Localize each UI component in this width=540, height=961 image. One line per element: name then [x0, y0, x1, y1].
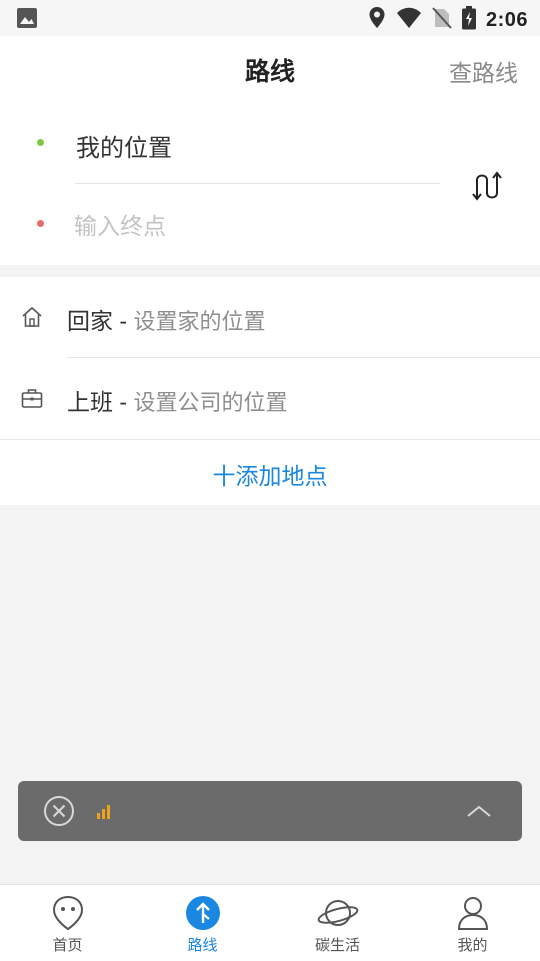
work-place-row[interactable]: 上班 - 设置公司的位置 — [0, 358, 540, 438]
home-label: 回家 — [67, 308, 113, 334]
home-place-row[interactable]: 回家 - 设置家的位置 — [0, 277, 540, 358]
chevron-up-icon[interactable] — [466, 803, 492, 824]
home-place-label: 回家 - 设置家的位置 — [67, 302, 265, 336]
swap-route-icon[interactable] — [468, 164, 512, 208]
home-hint: 设置家的位置 — [133, 309, 266, 334]
no-sim-icon — [432, 6, 452, 35]
start-location-field[interactable]: 我的位置 — [76, 128, 172, 163]
home-face-icon — [51, 895, 85, 936]
home-separator: - — [113, 308, 134, 334]
end-dot — [37, 220, 44, 227]
home-icon — [20, 305, 44, 334]
clock: 2:06 — [485, 9, 528, 31]
tab-home-label: 首页 — [52, 937, 83, 954]
destination-input[interactable] — [74, 206, 434, 246]
wifi-icon — [396, 7, 422, 34]
status-bar: 2:06 — [0, 0, 540, 36]
divider — [0, 439, 540, 440]
tab-me[interactable]: 我的 — [405, 885, 540, 961]
route-icon — [185, 895, 221, 936]
route-input-card: 我的位置 — [0, 106, 540, 265]
planet-icon — [316, 895, 360, 936]
floating-player-bar — [18, 781, 522, 841]
bottom-tab-bar: 首页 路线 碳生活 我的 — [0, 884, 540, 961]
battery-charging-icon — [461, 6, 476, 35]
header: 路线 查路线 — [0, 36, 540, 106]
saved-places: 回家 - 设置家的位置 上班 - 设置公司的位置 十添加地点 — [0, 277, 540, 505]
work-place-label: 上班 - 设置公司的位置 — [67, 383, 287, 417]
signal-bars-icon — [96, 803, 112, 824]
work-hint: 设置公司的位置 — [133, 390, 288, 415]
tab-route[interactable]: 路线 — [135, 885, 270, 961]
tab-carbon-life-label: 碳生活 — [314, 937, 360, 954]
check-route-link[interactable]: 查路线 — [449, 54, 518, 88]
location-icon — [368, 6, 386, 35]
tab-me-label: 我的 — [457, 937, 488, 954]
briefcase-icon — [20, 386, 44, 415]
tab-carbon-life[interactable]: 碳生活 — [270, 885, 405, 961]
close-circle-icon[interactable] — [43, 795, 75, 832]
start-dot — [37, 139, 44, 146]
tab-route-label: 路线 — [187, 937, 218, 954]
image-icon — [16, 7, 38, 34]
user-icon — [456, 895, 490, 936]
tab-home[interactable]: 首页 — [0, 885, 135, 961]
work-separator: - — [113, 389, 134, 415]
route-divider — [75, 183, 440, 184]
work-label: 上班 — [67, 389, 113, 415]
add-place-button[interactable]: 十添加地点 — [0, 457, 540, 491]
